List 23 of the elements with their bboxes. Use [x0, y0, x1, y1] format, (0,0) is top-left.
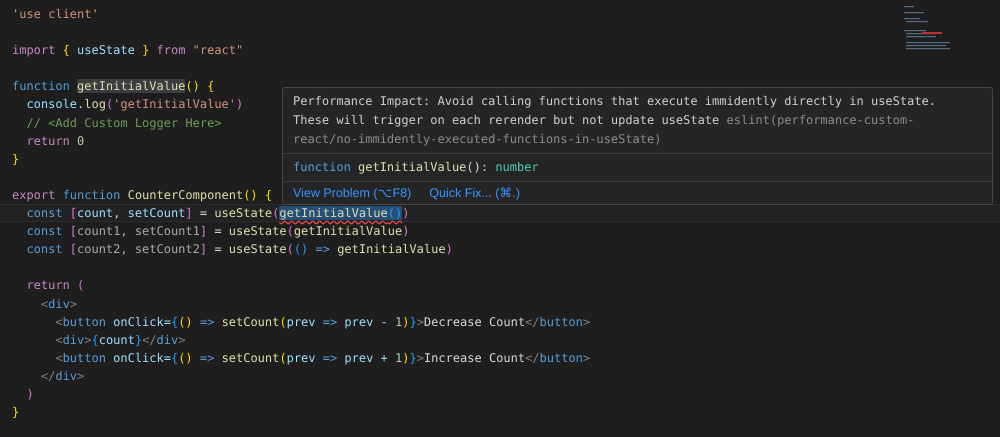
code-line: // <Add Custom Logger Here> — [25, 116, 222, 130]
code-line: console.log('getInitialValue') — [25, 97, 244, 112]
code-line: <button onClick={() => setCount(prev => prev + 1)}>Increase Count</button> — [54, 350, 590, 365]
hover-action-link[interactable]: Quick Fix... (⌘.) — [429, 185, 520, 200]
code-line: <div>{count}</div> — [54, 332, 186, 347]
code-line: const [count1, setCount1] = useState(getInitialValue) — [25, 224, 410, 238]
code-line: ) — [25, 386, 34, 401]
hover-message: Performance Impact: Avoid calling functions that execute immidently directly in useState. These will trigger on each rerender but not update useState eslint(performance-custom-react/no-immidently-executed-functions-in-useState) — [293, 93, 937, 148]
code-line: </div> — [40, 368, 84, 383]
code-line: const [count, setCount] = useState(getInitialValue()) — [25, 206, 410, 220]
code-line: <button onClick={() => setCount(prev => prev - 1)}>Decrease Count</button> — [54, 314, 590, 329]
code-line: export function CounterComponent() { — [12, 188, 272, 202]
code-line: } — [12, 405, 20, 420]
code-line: const [count2, setCount2] = useState(() => getInitialValue) — [25, 242, 453, 256]
hover-action-link[interactable]: View Problem (⌥F8) — [293, 185, 412, 200]
code-line: return ( — [25, 278, 84, 292]
code-line: } — [12, 152, 20, 166]
function-signature: function getInitialValue(): number — [293, 160, 539, 174]
code-line: <div> — [40, 296, 78, 310]
code-line: 'use client' — [12, 7, 99, 21]
code-line: return 0 — [25, 134, 84, 148]
code-line: import { useState } from "react" — [12, 43, 244, 58]
code-line: function getInitialValue() { — [12, 79, 214, 94]
